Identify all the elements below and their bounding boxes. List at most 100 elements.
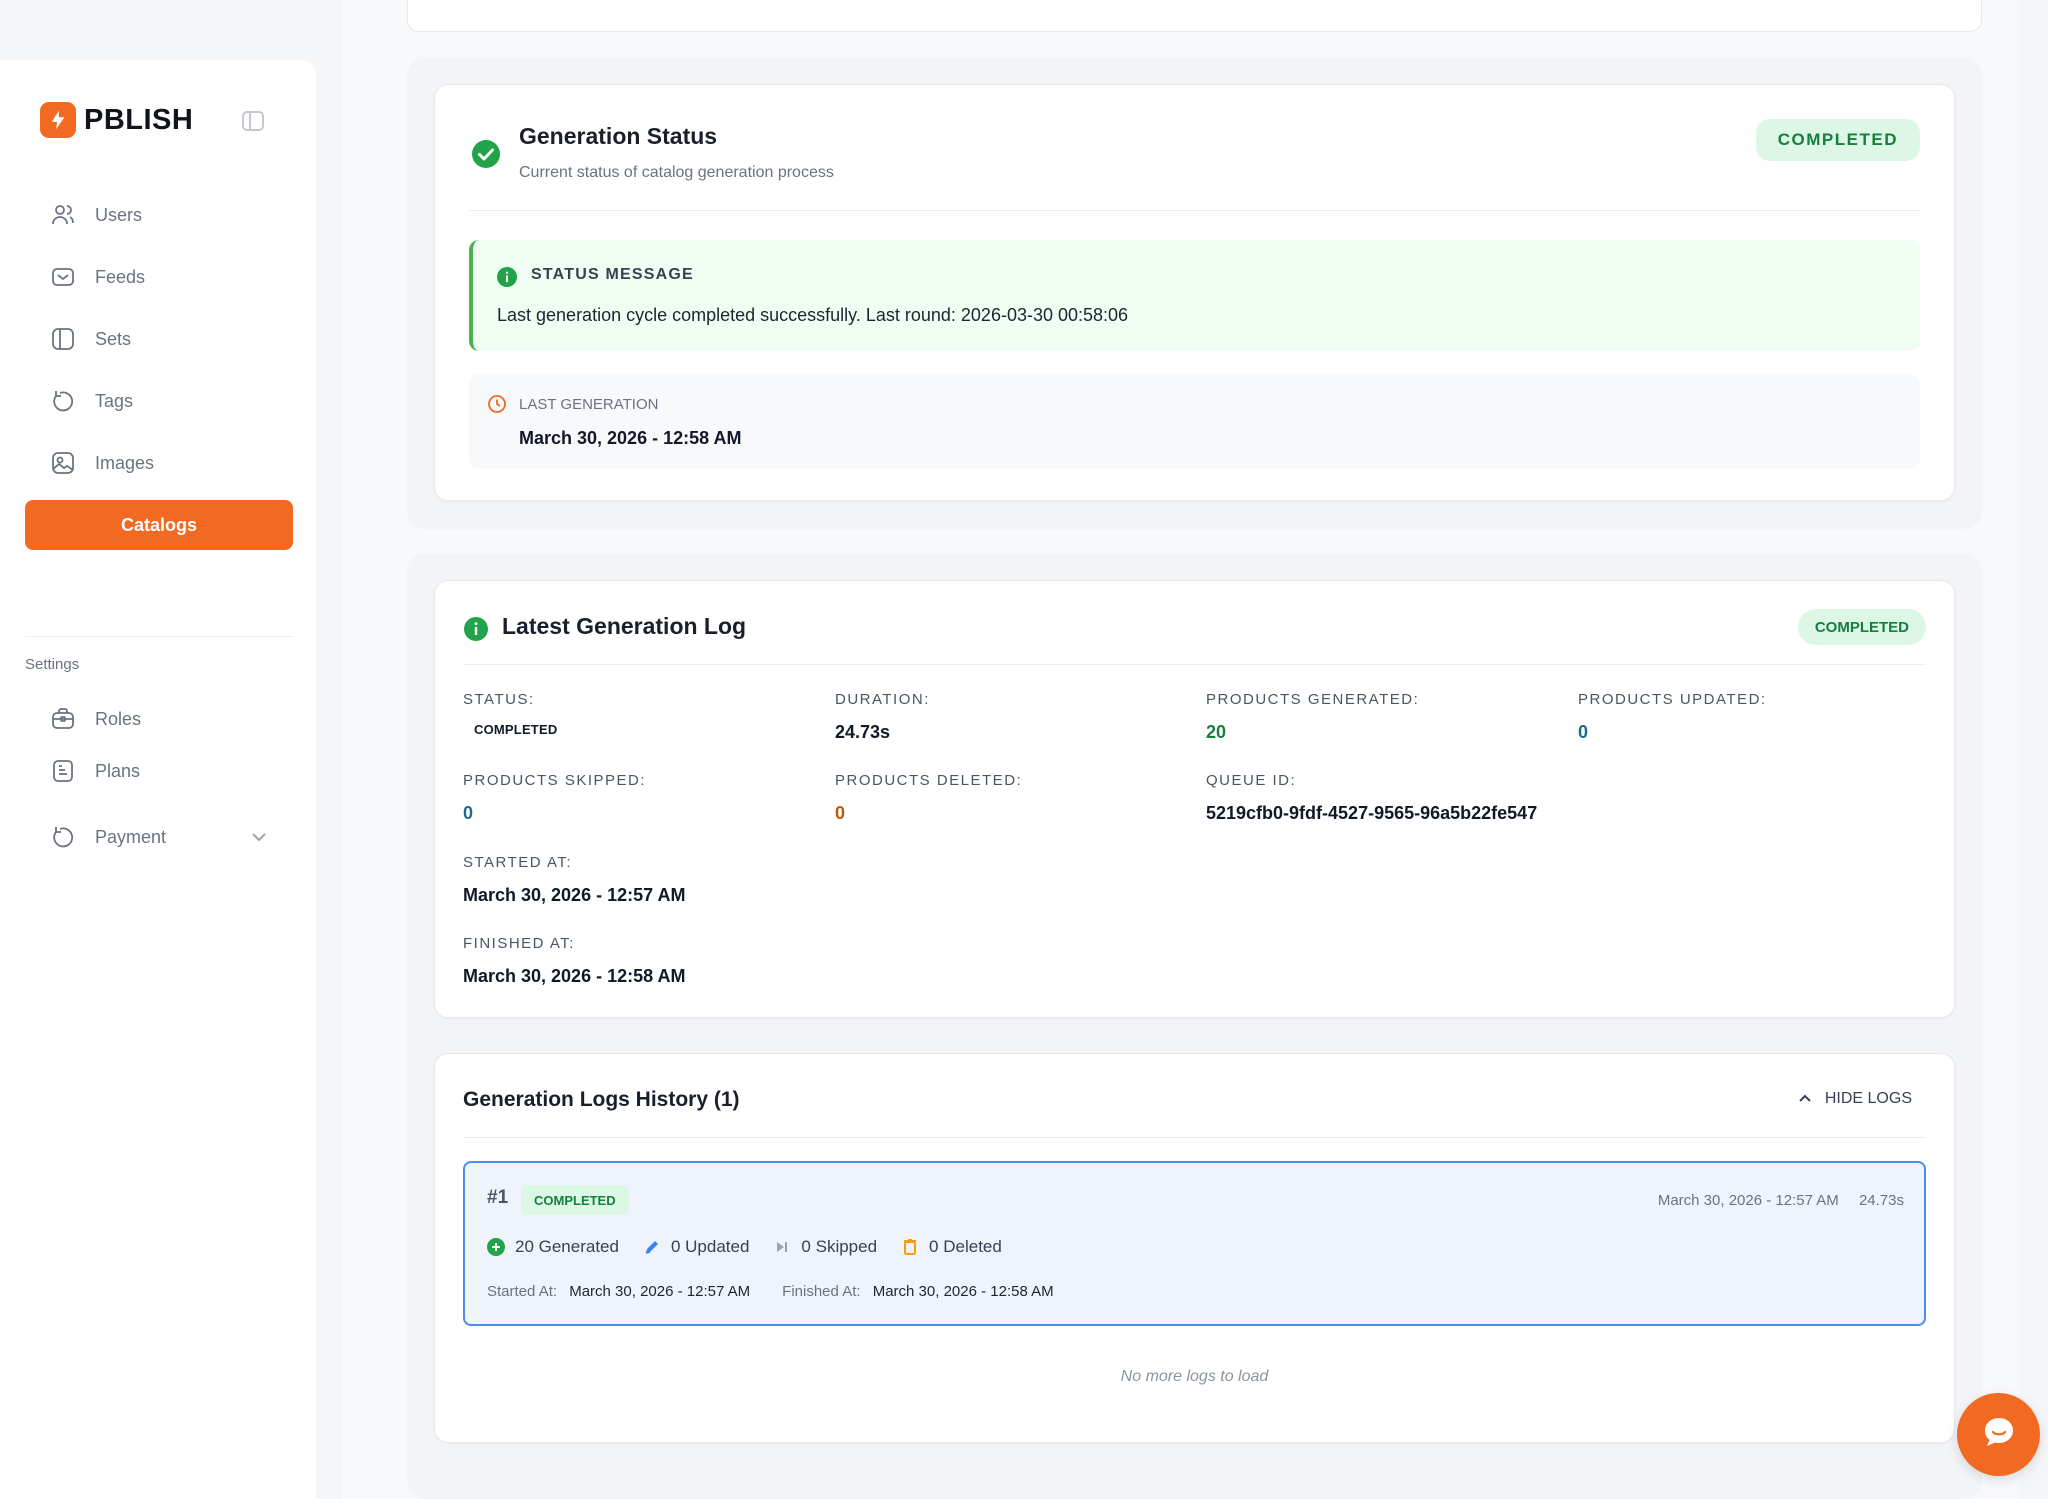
sidebar-item-images[interactable]: Images <box>25 438 293 488</box>
sidebar-item-users[interactable]: Users <box>25 190 293 240</box>
status-badge: COMPLETED <box>1755 119 1920 161</box>
field-label: QUEUE ID: <box>1206 772 1297 789</box>
hide-logs-label: HIDE LOGS <box>1824 1090 1912 1107</box>
count-skipped: 0 Skipped <box>773 1237 877 1257</box>
field-finished-at: FINISHED AT: March 30, 2026 - 12:58 AM <box>463 935 685 987</box>
sidebar-item-feeds[interactable]: Feeds <box>25 252 293 302</box>
field-label: PRODUCTS UPDATED: <box>1578 691 1767 708</box>
chevron-up-icon <box>1797 1091 1813 1107</box>
log-entry[interactable]: #1 COMPLETED March 30, 2026 - 12:57 AM 2… <box>463 1161 1926 1326</box>
field-value: 24.73s <box>835 722 891 742</box>
status-badge: COMPLETED <box>521 1185 629 1215</box>
sidebar-item-label: Sets <box>95 328 132 349</box>
log-entry-meta: March 30, 2026 - 12:57 AM 24.73s <box>1658 1192 1904 1209</box>
panel-icon <box>49 325 77 353</box>
sidebar: PBLISH Users Feeds Sets Tags Images Cata… <box>0 60 316 1499</box>
sidebar-item-roles[interactable]: Roles <box>25 694 293 744</box>
status-badge: COMPLETED <box>1797 609 1926 645</box>
sidebar-item-label: Users <box>95 204 143 225</box>
brand-name: PBLISH <box>84 103 194 136</box>
field-label: PRODUCTS GENERATED: <box>1206 691 1420 708</box>
trash-icon <box>901 1238 919 1256</box>
sidebar-item-label: Catalogs <box>120 514 198 535</box>
count-skipped-label: 0 Skipped <box>801 1237 878 1256</box>
field-products-updated: PRODUCTS UPDATED: 0 <box>1578 691 1767 743</box>
field-queue-id: QUEUE ID: 5219cfb0-9fdf-4527-9565-96a5b2… <box>1206 772 1537 824</box>
logs-history-title: Generation Logs History (1) <box>463 1088 740 1111</box>
finished-value: March 30, 2026 - 12:58 AM <box>872 1283 1054 1300</box>
pblish-logo-icon <box>40 102 76 138</box>
settings-heading: Settings <box>25 656 80 673</box>
sidebar-item-sets[interactable]: Sets <box>25 314 293 364</box>
sidebar-item-label: Tags <box>95 390 134 411</box>
field-value: 20 <box>1206 722 1227 742</box>
chevron-down-icon[interactable] <box>249 827 269 847</box>
divider <box>463 1137 1926 1138</box>
sidebar-item-plans[interactable]: Plans <box>25 746 293 796</box>
last-generation-value: March 30, 2026 - 12:58 AM <box>519 428 742 448</box>
refresh-icon <box>49 823 77 851</box>
log-entry-date: March 30, 2026 - 12:57 AM <box>1657 1192 1839 1209</box>
chat-bubble-icon <box>1979 1412 2019 1457</box>
log-entry-times: Started At: March 30, 2026 - 12:57 AM Fi… <box>487 1283 1086 1300</box>
clock-icon <box>487 394 507 414</box>
field-value: 0 <box>1578 722 1589 742</box>
previous-card <box>407 0 1982 32</box>
log-entry-started: Started At: March 30, 2026 - 12:57 AM <box>487 1283 750 1300</box>
status-message-text: Last generation cycle completed successf… <box>497 305 1129 325</box>
logs-history-card: Generation Logs History (1) HIDE LOGS #1… <box>434 1053 1955 1443</box>
field-duration: DURATION: 24.73s <box>835 691 930 743</box>
image-icon <box>49 449 77 477</box>
info-icon <box>464 617 488 641</box>
log-entry-finished: Finished At: March 30, 2026 - 12:58 AM <box>782 1283 1054 1300</box>
sidebar-item-payment[interactable]: Payment <box>25 812 293 862</box>
main-nav: Users Feeds Sets Tags Images Catalogs <box>25 190 293 562</box>
field-status: STATUS: COMPLETED <box>463 691 557 737</box>
log-entry-number: #1 <box>487 1187 509 1208</box>
status-message-heading: STATUS MESSAGE <box>531 266 694 283</box>
field-label: STATUS: <box>463 691 535 708</box>
field-value: 5219cfb0-9fdf-4527-9565-96a5b22fe547 <box>1206 803 1538 823</box>
latest-log-title: Latest Generation Log <box>502 613 747 639</box>
plus-circle-icon <box>487 1238 505 1256</box>
count-generated-label: 20 Generated <box>515 1237 619 1256</box>
status-message-box: STATUS MESSAGE Last generation cycle com… <box>469 240 1920 351</box>
sidebar-item-label: Feeds <box>95 266 146 287</box>
field-products-deleted: PRODUCTS DELETED: 0 <box>835 772 1022 824</box>
started-label: Started At: <box>487 1283 558 1300</box>
hide-logs-button[interactable]: HIDE LOGS <box>1797 1090 1912 1108</box>
field-value: 0 <box>463 803 474 823</box>
field-label: PRODUCTS DELETED: <box>835 772 1023 789</box>
count-updated: 0 Updated <box>643 1237 749 1257</box>
briefcase-icon <box>49 705 77 733</box>
sidebar-toggle-icon[interactable] <box>240 108 266 134</box>
field-label: PRODUCTS SKIPPED: <box>463 772 647 789</box>
field-value: 0 <box>835 803 846 823</box>
brand[interactable]: PBLISH <box>40 102 193 138</box>
field-label: DURATION: <box>835 691 930 708</box>
field-label: FINISHED AT: <box>463 935 575 952</box>
field-value: COMPLETED <box>474 722 558 737</box>
last-generation-box: LAST GENERATION March 30, 2026 - 12:58 A… <box>469 374 1920 469</box>
field-value: March 30, 2026 - 12:58 AM <box>463 966 686 986</box>
latest-log-card: Latest Generation Log COMPLETED STATUS: … <box>434 580 1955 1018</box>
chat-button[interactable] <box>1957 1393 2040 1476</box>
field-value: March 30, 2026 - 12:57 AM <box>463 885 686 905</box>
generation-status-card: Generation Status Current status of cata… <box>434 84 1955 501</box>
field-started-at: STARTED AT: March 30, 2026 - 12:57 AM <box>463 854 685 906</box>
count-deleted: 0 Deleted <box>901 1237 1002 1257</box>
divider <box>463 664 1926 665</box>
count-updated-label: 0 Updated <box>670 1237 750 1256</box>
sidebar-item-tags[interactable]: Tags <box>25 376 293 426</box>
pencil-icon <box>643 1238 661 1256</box>
no-more-logs-text: No more logs to load <box>1120 1368 1269 1385</box>
log-entry-duration: 24.73s <box>1858 1192 1904 1209</box>
finished-label: Finished At: <box>782 1283 861 1300</box>
field-products-generated: PRODUCTS GENERATED: 20 <box>1206 691 1419 743</box>
document-icon <box>49 757 77 785</box>
sidebar-divider <box>25 636 293 637</box>
count-deleted-label: 0 Deleted <box>929 1237 1002 1256</box>
status-subtitle: Current status of catalog generation pro… <box>519 164 834 181</box>
sidebar-item-label: Plans <box>95 760 141 781</box>
sidebar-item-catalogs[interactable]: Catalogs <box>25 500 293 550</box>
